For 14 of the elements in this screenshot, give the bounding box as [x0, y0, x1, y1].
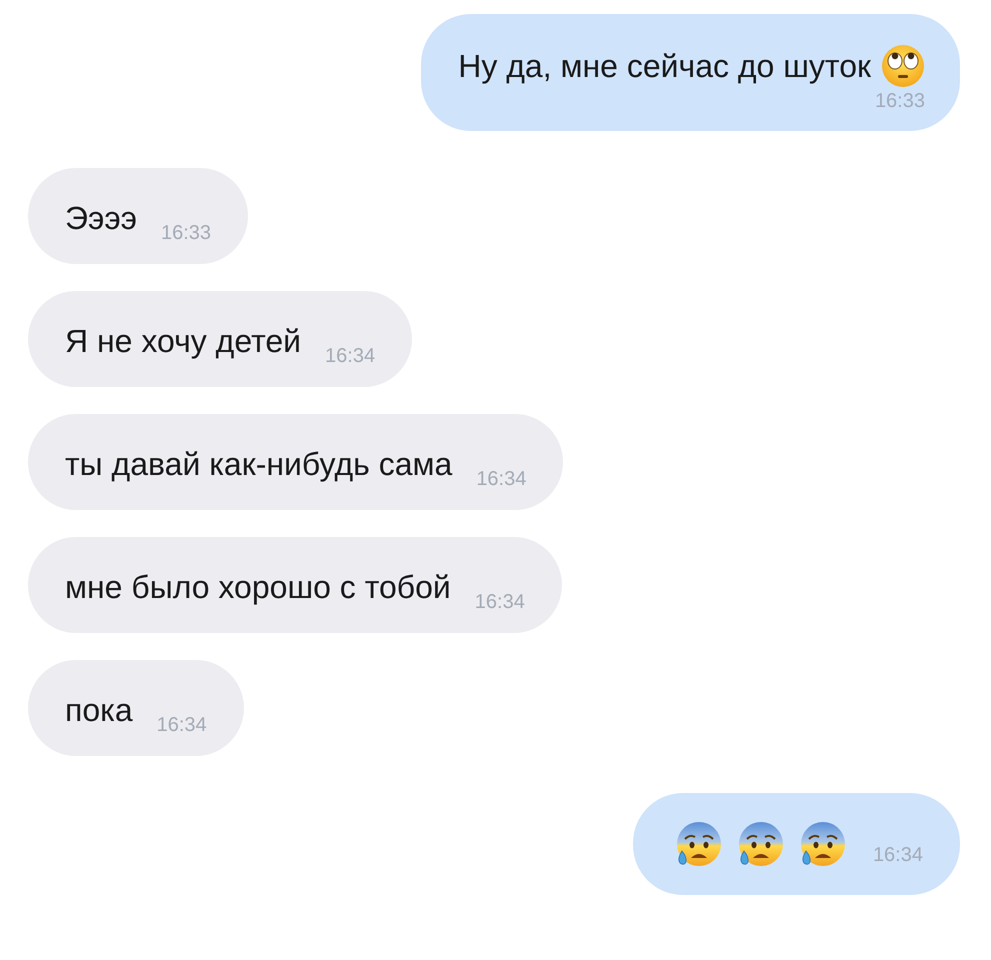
- message-time: 16:34: [325, 345, 376, 368]
- message-time: 16:34: [476, 468, 526, 491]
- message-time: 16:33: [160, 222, 212, 245]
- message-time: 16:34: [872, 844, 923, 866]
- message-text: пока: [65, 691, 133, 730]
- message-text: Ээээ: [65, 199, 137, 238]
- message-text: Я не хочу детей: [65, 322, 302, 361]
- message-time: 16:34: [156, 714, 207, 737]
- message-text: мне было хорошо с тобой: [65, 568, 451, 607]
- rolling-eyes-face-icon: [881, 44, 925, 88]
- message-text: ты давай как-нибудь сама: [65, 445, 452, 484]
- message-time: 16:33: [874, 90, 925, 113]
- message-time: 16:34: [474, 591, 525, 614]
- message-text: Ну да, мне сейчас до шуток: [458, 47, 871, 86]
